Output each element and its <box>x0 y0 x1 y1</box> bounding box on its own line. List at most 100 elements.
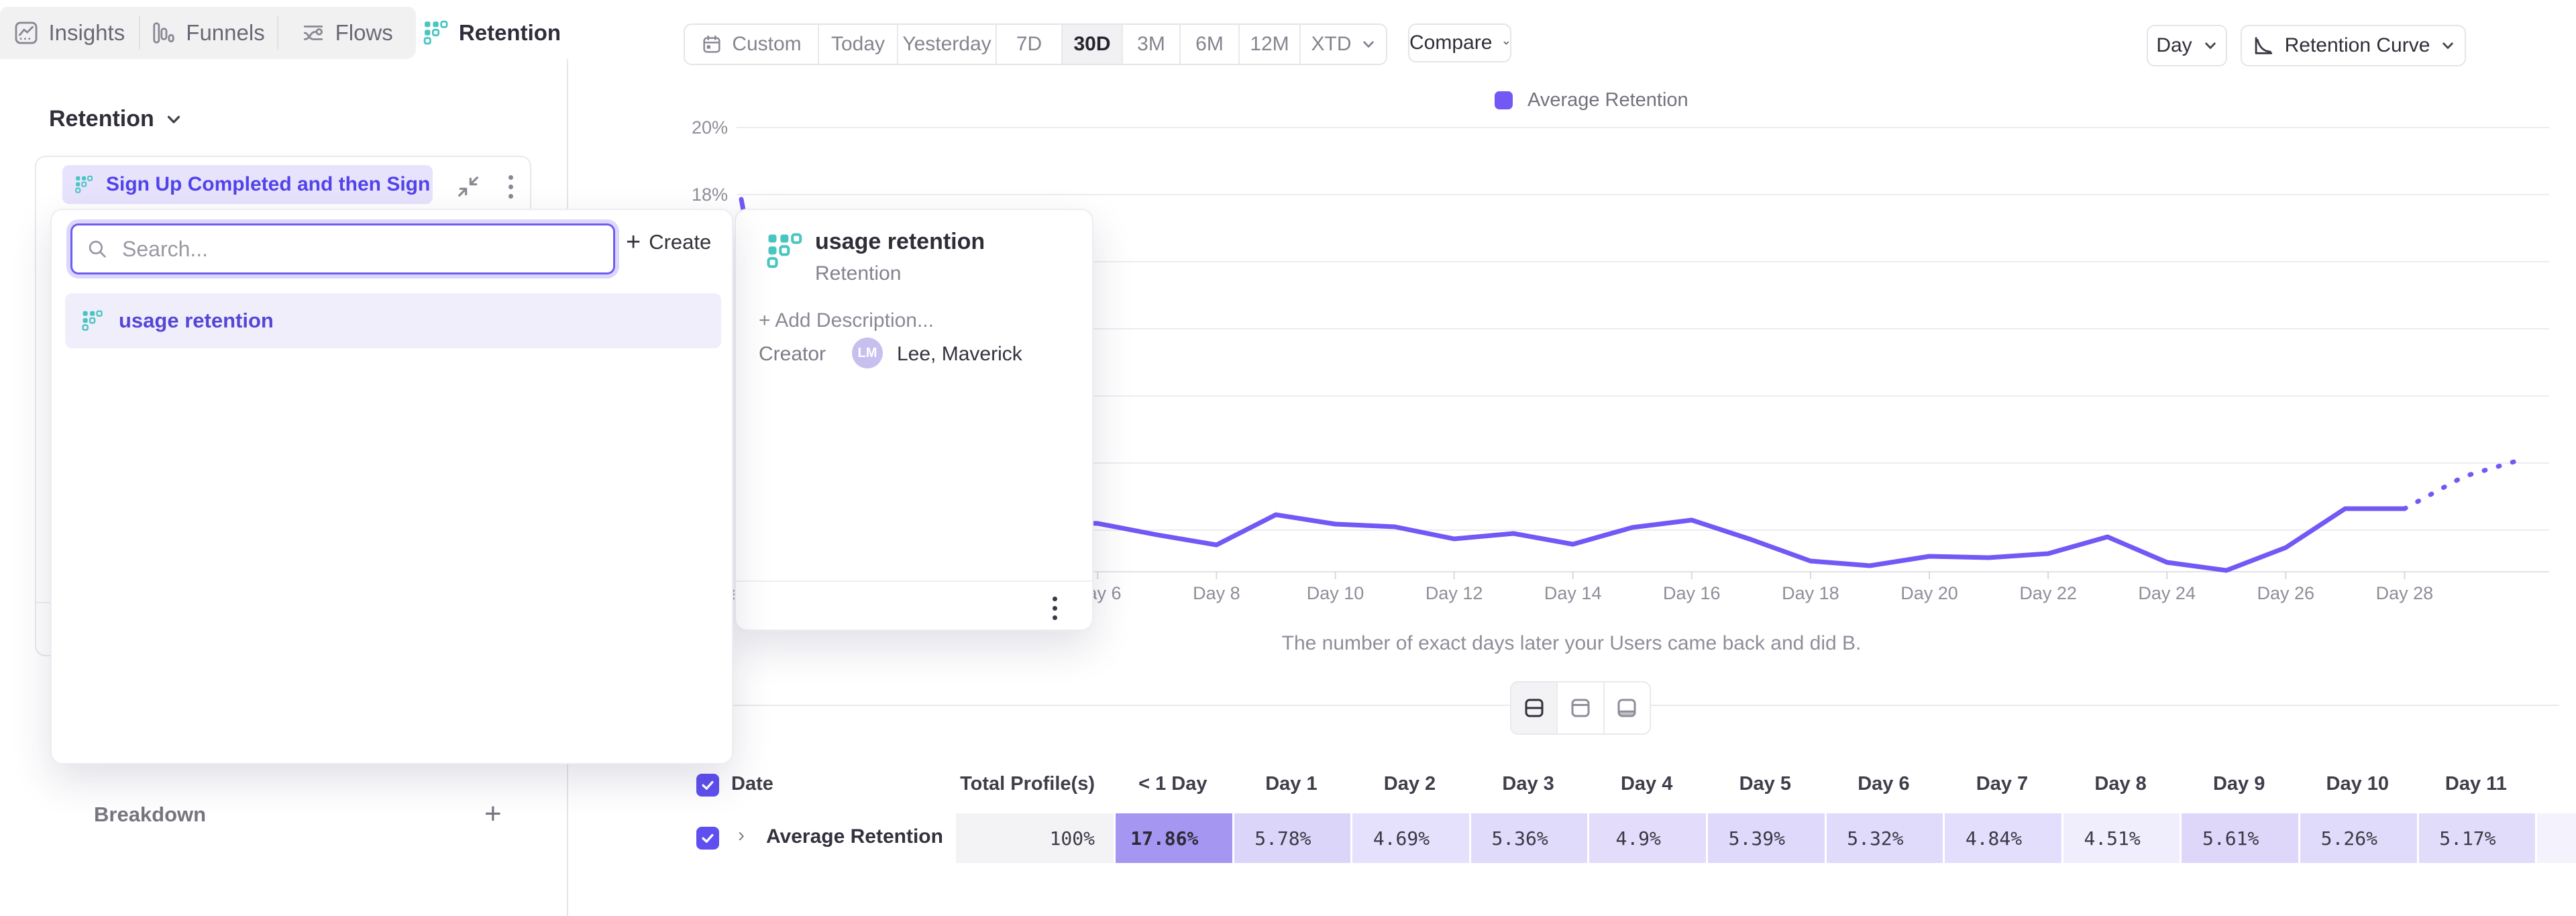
y-axis-label: 20% <box>692 117 728 138</box>
tab-insights[interactable]: Insights <box>0 7 139 59</box>
cell-day-5[interactable]: 5.39% <box>1708 813 1825 863</box>
breakdown-add-button[interactable]: + <box>484 797 502 831</box>
checkmark-icon <box>700 830 716 846</box>
layout-table-view-button[interactable] <box>1603 682 1650 733</box>
retention-curve-icon <box>2251 34 2274 57</box>
sidebar-retention-heading[interactable]: Retention <box>49 106 182 132</box>
tab-retention-label: Retention <box>459 20 561 46</box>
chart-type-dropdown[interactable]: Retention Curve <box>2241 25 2466 66</box>
legend-swatch <box>1495 91 1513 109</box>
calendar-icon <box>701 34 722 55</box>
split-view-icon <box>1522 696 1546 720</box>
search-result-label: usage retention <box>119 309 274 333</box>
create-button[interactable]: + Create <box>626 230 711 254</box>
range-yesterday[interactable]: Yesterday <box>897 25 996 64</box>
event-kebab-menu-icon[interactable] <box>508 175 513 199</box>
cell-day-9[interactable]: 5.61% <box>2182 813 2298 863</box>
chart-caption: The number of exact days later your User… <box>567 632 2576 655</box>
tab-flows-label: Flows <box>335 20 393 46</box>
col-header-day-9[interactable]: Day 9 <box>2182 773 2296 795</box>
range-6m[interactable]: 6M <box>1179 25 1238 64</box>
col-header-day-7[interactable]: Day 7 <box>1945 773 2059 795</box>
creator-name: Lee, Maverick <box>897 343 1022 366</box>
x-axis-label: Day 26 <box>2257 583 2315 603</box>
col-header-day-8[interactable]: Day 8 <box>2063 773 2178 795</box>
add-description-button[interactable]: + Add Description... <box>759 309 934 332</box>
row-expand-chevron[interactable]: › <box>738 824 745 847</box>
layout-chart-view-button[interactable] <box>1556 682 1603 733</box>
col-header-date[interactable]: Date <box>731 773 773 795</box>
tab-flows[interactable]: Flows <box>277 7 416 59</box>
range-custom[interactable]: Custom <box>685 25 818 64</box>
chevron-down-icon <box>2203 38 2218 53</box>
granularity-dropdown[interactable]: Day <box>2147 25 2227 66</box>
cell-day-8[interactable]: 4.51% <box>2063 813 2180 863</box>
cell-day-6[interactable]: 5.32% <box>1827 813 1943 863</box>
search-result-usage-retention[interactable]: usage retention <box>65 293 721 348</box>
creator-avatar: LM <box>852 338 883 368</box>
range-label: Custom <box>732 33 801 56</box>
breakdown-section-label: Breakdown <box>94 803 206 827</box>
compare-button[interactable]: Compare <box>1408 23 1511 62</box>
col-header-total-profiles[interactable]: Total Profile(s) <box>956 773 1095 795</box>
report-type-label: Retention <box>815 262 901 285</box>
tab-funnels[interactable]: Funnels <box>139 7 278 59</box>
range-today[interactable]: Today <box>818 25 897 64</box>
event-pill[interactable]: Sign Up Completed and then Sign Up Co... <box>62 165 433 204</box>
average-retention-line-projected[interactable] <box>2404 459 2523 509</box>
chevron-down-icon <box>2440 38 2455 53</box>
flows-icon <box>301 20 326 46</box>
range-xtd[interactable]: XTD <box>1299 25 1386 64</box>
col-header-day-11[interactable]: Day 11 <box>2419 773 2533 795</box>
search-input[interactable] <box>121 236 580 262</box>
range-30d[interactable]: 30D <box>1061 25 1122 64</box>
col-header-day-5[interactable]: Day 5 <box>1708 773 1822 795</box>
x-axis-label: Day 28 <box>2376 583 2434 603</box>
details-card-divider <box>736 580 1092 582</box>
range-label: Today <box>831 33 885 56</box>
layout-split-view-button[interactable] <box>1511 682 1556 733</box>
x-axis-label: Day 18 <box>1782 583 1839 603</box>
x-axis-label: Day 16 <box>1663 583 1721 603</box>
retention-grid-icon <box>765 232 804 270</box>
col-header-day-10[interactable]: Day 10 <box>2300 773 2414 795</box>
range-label: 3M <box>1137 33 1165 56</box>
chart-type-label: Retention Curve <box>2285 34 2430 57</box>
create-button-label: Create <box>649 230 711 254</box>
cell-day-3[interactable]: 5.36% <box>1471 813 1588 863</box>
cell-day-12[interactable] <box>2537 813 2576 863</box>
y-axis-label: 18% <box>692 185 728 205</box>
col-header-day-6[interactable]: Day 6 <box>1827 773 1941 795</box>
cell-day-0[interactable]: 17.86% <box>1116 813 1232 863</box>
x-axis-label: Day 10 <box>1307 583 1364 603</box>
cell-day-11[interactable]: 5.17% <box>2419 813 2536 863</box>
tab-funnels-label: Funnels <box>186 20 264 46</box>
cell-day-1[interactable]: 5.78% <box>1234 813 1351 863</box>
range-label: 30D <box>1073 33 1110 56</box>
range-label: XTD <box>1311 33 1352 56</box>
range-12m[interactable]: 12M <box>1238 25 1299 64</box>
cell-day-2[interactable]: 4.69% <box>1352 813 1469 863</box>
range-7d[interactable]: 7D <box>996 25 1061 64</box>
event-pill-label: Sign Up Completed and then Sign Up Co... <box>106 173 433 196</box>
range-3m[interactable]: 3M <box>1122 25 1179 64</box>
cell-day-10[interactable]: 5.26% <box>2300 813 2417 863</box>
col-header--1-day[interactable]: < 1 Day <box>1116 773 1230 795</box>
search-field[interactable] <box>70 223 615 274</box>
cell-day-4[interactable]: 4.9% <box>1589 813 1706 863</box>
col-header-day-2[interactable]: Day 2 <box>1353 773 1467 795</box>
details-kebab-menu-icon[interactable] <box>1053 597 1057 620</box>
chart-view-icon <box>1568 696 1593 720</box>
col-header-day-1[interactable]: Day 1 <box>1234 773 1348 795</box>
collapse-icon[interactable] <box>455 173 482 200</box>
chart-legend[interactable]: Average Retention <box>1495 89 1688 111</box>
tab-retention[interactable]: Retention <box>416 7 568 59</box>
col-header-day-3[interactable]: Day 3 <box>1471 773 1585 795</box>
select-all-checkbox[interactable] <box>696 774 719 797</box>
cell-day-7[interactable]: 4.84% <box>1945 813 2061 863</box>
x-axis-label: Day 14 <box>1544 583 1602 603</box>
cell-total[interactable]: 100% <box>956 813 1114 863</box>
row-checkbox[interactable] <box>696 827 719 850</box>
col-header-day-4[interactable]: Day 4 <box>1590 773 1704 795</box>
range-label: 6M <box>1195 33 1224 56</box>
